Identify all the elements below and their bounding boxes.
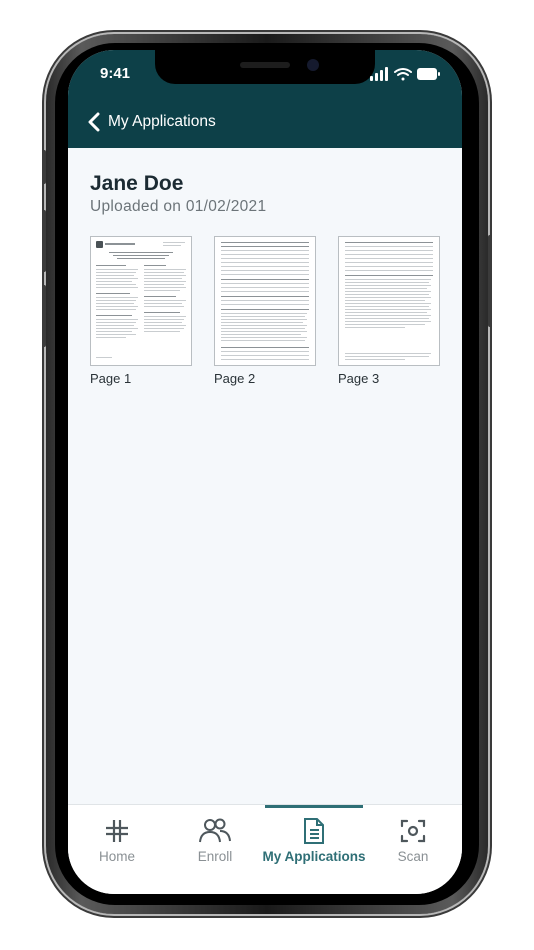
page-thumbnail-1[interactable]: Page 1 [90, 236, 194, 386]
document-preview [214, 236, 316, 366]
tab-label: Enroll [197, 849, 233, 864]
page-label: Page 3 [338, 371, 380, 386]
tab-label: Scan [397, 849, 429, 864]
document-preview [90, 236, 192, 366]
page-label: Page 1 [90, 371, 132, 386]
tab-label: My Applications [262, 849, 366, 864]
mute-switch [42, 150, 46, 184]
signal-icon [370, 67, 388, 81]
main-content: Jane Doe Uploaded on 01/02/2021 Page 1 P… [68, 148, 462, 804]
upload-date: Uploaded on 01/02/2021 [90, 198, 267, 215]
speaker [240, 62, 290, 68]
applicant-name: Jane Doe [90, 172, 184, 195]
battery-icon [417, 68, 440, 80]
tab-enroll[interactable]: Enroll [166, 805, 264, 875]
document-icon [304, 818, 324, 844]
wifi-icon [394, 68, 412, 81]
screen: 9:41 My Applications Jane Doe Uploaded o… [68, 50, 462, 894]
header-bar: 9:41 My Applications [68, 50, 462, 148]
back-button[interactable]: My Applications [88, 110, 216, 134]
status-icons [370, 67, 440, 81]
power-button [488, 235, 492, 327]
tab-scan[interactable]: Scan [364, 805, 462, 875]
page-label: Page 2 [214, 371, 256, 386]
status-time: 9:41 [100, 65, 131, 82]
page-thumbnail-3[interactable]: Page 3 [338, 236, 442, 386]
scan-icon [400, 819, 426, 843]
volume-up-button [42, 210, 46, 272]
chevron-left-icon [88, 112, 100, 132]
users-icon [199, 818, 231, 843]
page-thumbnail-2[interactable]: Page 2 [214, 236, 318, 386]
document-preview [338, 236, 440, 366]
tab-my-applications[interactable]: My Applications [262, 805, 366, 875]
tab-bar: Home Enroll My Applications Scan [68, 804, 462, 894]
tab-label: Home [98, 849, 135, 864]
camera [307, 59, 319, 71]
volume-down-button [42, 285, 46, 347]
tab-home[interactable]: Home [68, 805, 166, 875]
notch [155, 50, 375, 84]
home-icon [106, 820, 128, 842]
back-label: My Applications [108, 113, 216, 130]
